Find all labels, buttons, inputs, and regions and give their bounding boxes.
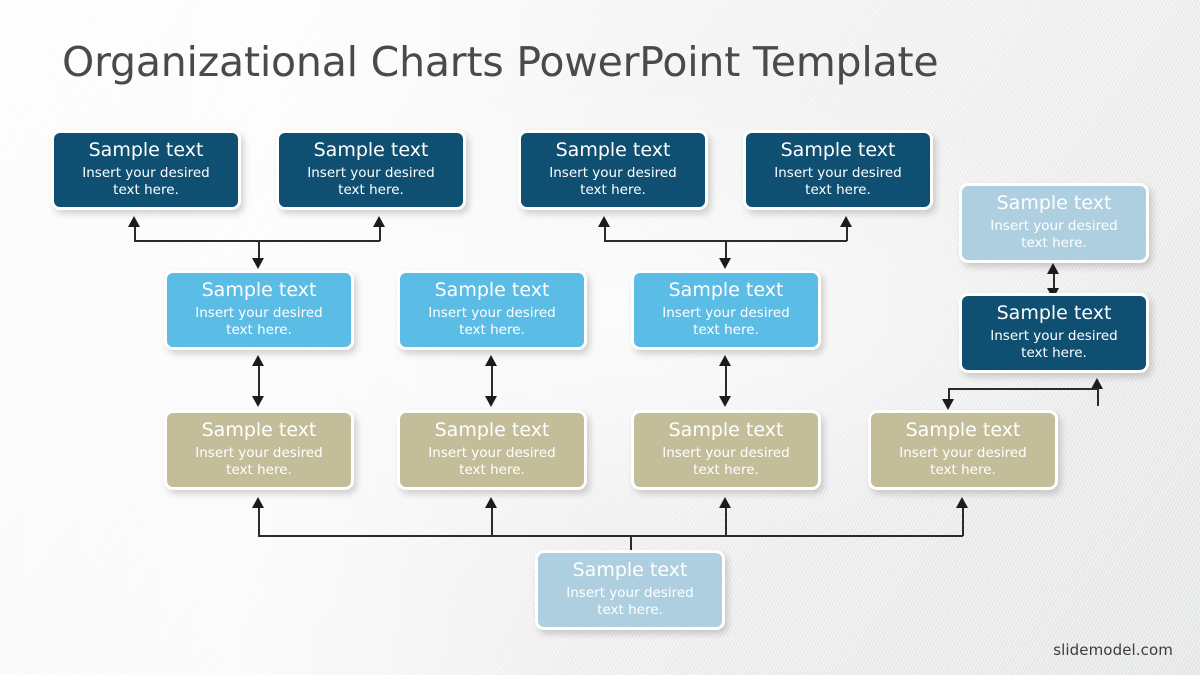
node-bottom-body: Insert your desired text here.: [566, 584, 694, 618]
node-top-4-body: Insert your desired text here.: [774, 164, 902, 198]
node-tan-3[interactable]: Sample text Insert your desired text her…: [631, 410, 821, 490]
node-top-4-headline: Sample text: [780, 138, 896, 161]
node-tan-2-headline: Sample text: [434, 418, 550, 441]
connector-bottom-horizontal: [258, 535, 963, 537]
arrowhead-bottom-to-tan1: [252, 497, 264, 508]
connector-bottom-riser-3: [725, 506, 727, 536]
node-top-1[interactable]: Sample text Insert your desired text her…: [51, 130, 241, 210]
node-top-3-body: Insert your desired text here.: [549, 164, 677, 198]
connector-left-group-left-riser: [134, 226, 136, 241]
node-tan-4-body: Insert your desired text here.: [899, 444, 1027, 478]
arrowhead-left-group-to-navy-1: [128, 216, 140, 227]
arrowhead-blue1-tan1-up: [252, 355, 264, 366]
node-tan-3-body: Insert your desired text here.: [662, 444, 790, 478]
node-top-2[interactable]: Sample text Insert your desired text her…: [276, 130, 466, 210]
node-middle-1[interactable]: Sample text Insert your desired text her…: [164, 270, 354, 350]
node-bottom-headline: Sample text: [572, 558, 688, 581]
node-top-2-body: Insert your desired text here.: [307, 164, 435, 198]
connector-right-group-left-riser: [604, 226, 606, 241]
slide-canvas: Organizational Charts PowerPoint Templat…: [0, 0, 1200, 675]
node-tan-1[interactable]: Sample text Insert your desired text her…: [164, 410, 354, 490]
arrowhead-blue3-tan3-down: [719, 396, 731, 407]
arrowhead-elbow-to-tan4: [942, 399, 954, 410]
node-right-pale-body: Insert your desired text here.: [990, 217, 1118, 251]
connector-rightnavy-elbow-horizontal: [948, 388, 1098, 390]
node-middle-2-body: Insert your desired text here.: [428, 304, 556, 338]
node-tan-1-headline: Sample text: [201, 418, 317, 441]
connector-rightnavy-elbow-riser: [1097, 388, 1099, 406]
node-tan-4-headline: Sample text: [905, 418, 1021, 441]
node-tan-2-body: Insert your desired text here.: [428, 444, 556, 478]
node-middle-3-body: Insert your desired text here.: [662, 304, 790, 338]
node-middle-2-headline: Sample text: [434, 278, 550, 301]
arrowhead-left-group-to-blue-1: [252, 258, 264, 269]
arrowhead-blue2-tan2-down: [485, 396, 497, 407]
arrowhead-bottom-to-tan3: [719, 497, 731, 508]
arrowhead-bottom-to-tan2: [485, 497, 497, 508]
connector-bottom-riser-4: [962, 506, 964, 536]
node-top-2-headline: Sample text: [313, 138, 429, 161]
connector-bottom-riser-1: [258, 506, 260, 536]
node-top-1-headline: Sample text: [88, 138, 204, 161]
node-tan-4[interactable]: Sample text Insert your desired text her…: [868, 410, 1058, 490]
node-tan-1-body: Insert your desired text here.: [195, 444, 323, 478]
arrowhead-blue3-tan3-up: [719, 355, 731, 366]
node-middle-3[interactable]: Sample text Insert your desired text her…: [631, 270, 821, 350]
node-top-1-body: Insert your desired text here.: [82, 164, 210, 198]
node-right-navy[interactable]: Sample text Insert your desired text her…: [959, 293, 1149, 373]
connector-left-group-right-riser: [379, 226, 381, 241]
arrowhead-right-group-to-blue-3: [719, 258, 731, 269]
node-right-navy-body: Insert your desired text here.: [990, 327, 1118, 361]
node-top-3-headline: Sample text: [555, 138, 671, 161]
node-middle-3-headline: Sample text: [668, 278, 784, 301]
node-top-3[interactable]: Sample text Insert your desired text her…: [518, 130, 708, 210]
node-tan-3-headline: Sample text: [668, 418, 784, 441]
connector-right-group-right-riser: [846, 226, 848, 241]
page-title: Organizational Charts PowerPoint Templat…: [62, 38, 939, 86]
node-right-pale-headline: Sample text: [996, 191, 1112, 214]
arrowhead-bottom-to-tan4: [956, 497, 968, 508]
brand-watermark: slidemodel.com: [1053, 641, 1173, 659]
node-tan-2[interactable]: Sample text Insert your desired text her…: [397, 410, 587, 490]
connector-bottom-riser-2: [491, 506, 493, 536]
connector-left-group-horizontal: [134, 240, 380, 242]
node-top-4[interactable]: Sample text Insert your desired text her…: [743, 130, 933, 210]
arrowhead-rightpale-up: [1047, 263, 1059, 274]
node-middle-2[interactable]: Sample text Insert your desired text her…: [397, 270, 587, 350]
node-bottom[interactable]: Sample text Insert your desired text her…: [535, 550, 725, 630]
arrowhead-left-group-to-navy-2: [373, 216, 385, 227]
node-middle-1-body: Insert your desired text here.: [195, 304, 323, 338]
arrowhead-blue2-tan2-up: [485, 355, 497, 366]
arrowhead-right-group-to-navy-3: [598, 216, 610, 227]
node-right-pale[interactable]: Sample text Insert your desired text her…: [959, 183, 1149, 263]
arrowhead-right-group-to-navy-4: [840, 216, 852, 227]
arrowhead-blue1-tan1-down: [252, 396, 264, 407]
node-right-navy-headline: Sample text: [996, 301, 1112, 324]
node-middle-1-headline: Sample text: [201, 278, 317, 301]
